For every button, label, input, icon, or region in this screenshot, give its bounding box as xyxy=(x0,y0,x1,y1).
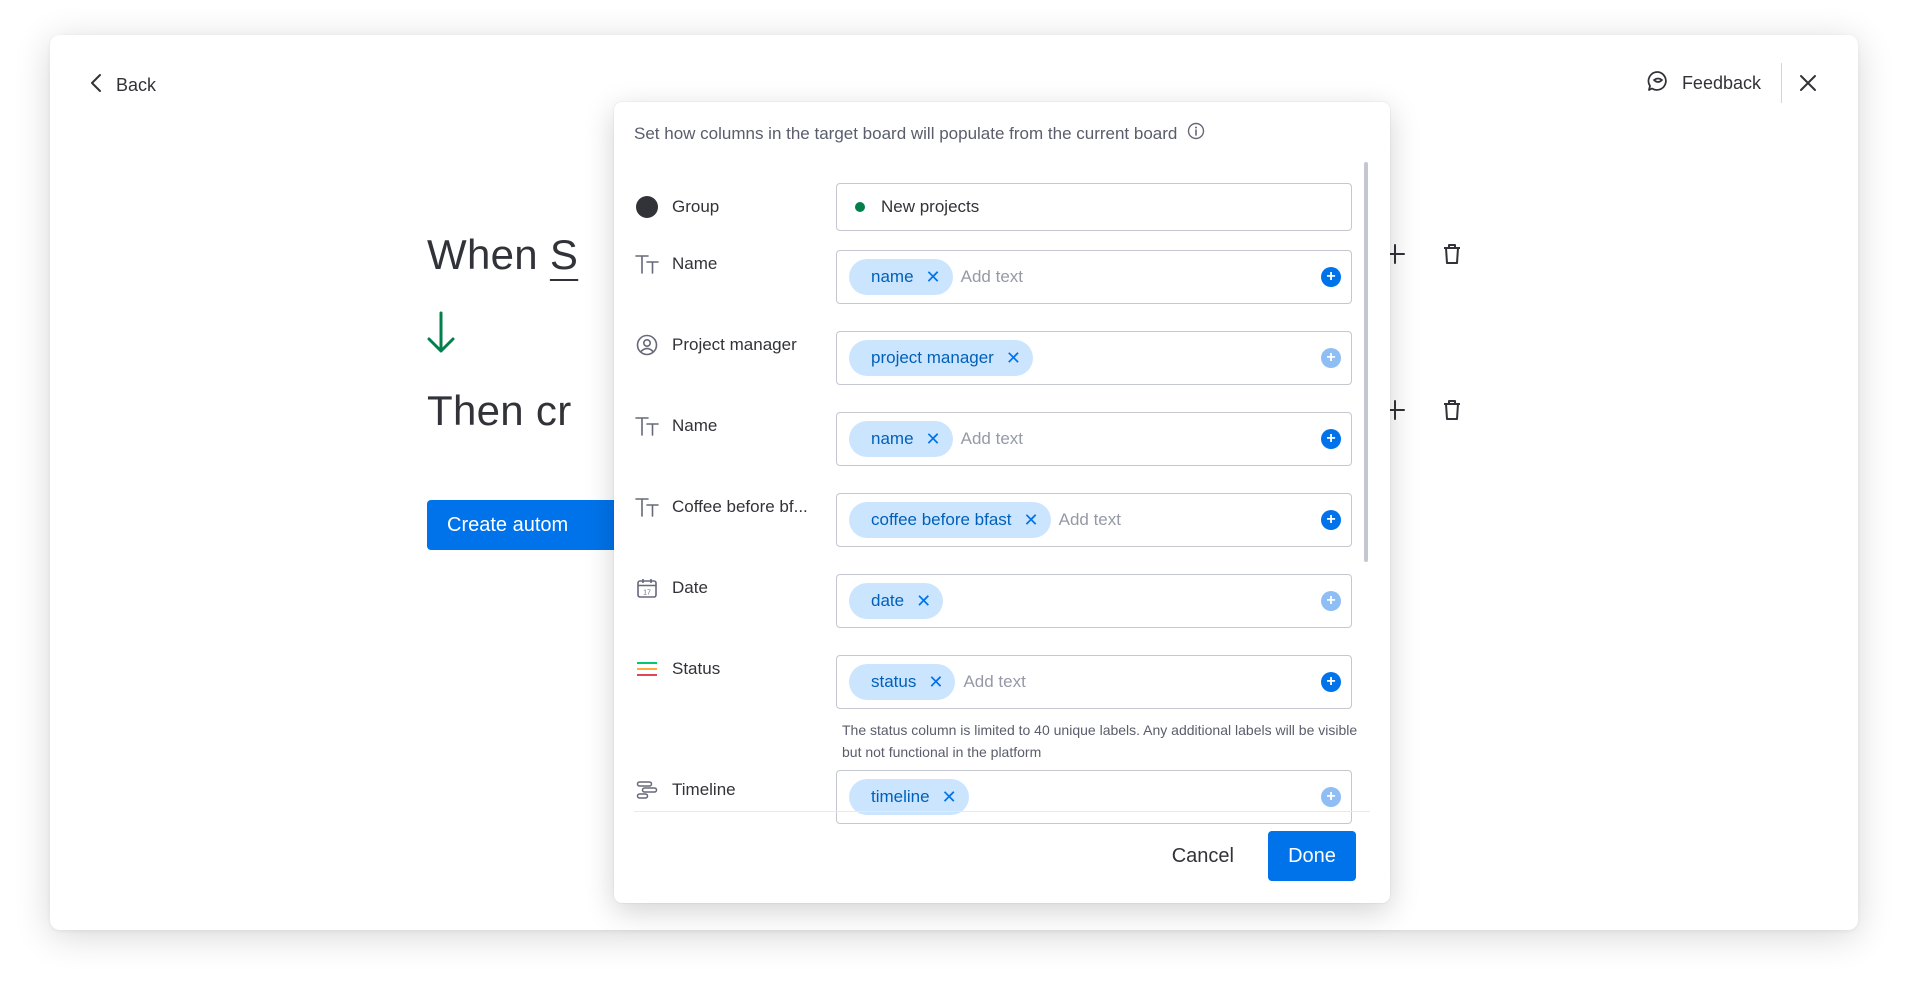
footer-divider xyxy=(634,811,1370,812)
token-chip[interactable]: project manager ✕ xyxy=(849,340,1033,376)
remove-chip-icon[interactable]: ✕ xyxy=(928,673,943,691)
automation-window: Back Feedback When S Then cr Create auto… xyxy=(50,35,1858,930)
mapping-field[interactable]: name ✕ Add text + xyxy=(836,412,1352,466)
feedback-button[interactable]: Feedback xyxy=(1646,69,1781,98)
text-type-icon xyxy=(634,415,660,437)
remove-chip-icon[interactable]: ✕ xyxy=(1006,349,1021,367)
add-token-icon[interactable]: + xyxy=(1321,267,1341,287)
row-label: Status xyxy=(634,655,834,683)
person-icon xyxy=(634,334,660,356)
add-token-icon[interactable]: + xyxy=(1321,429,1341,449)
cancel-button[interactable]: Cancel xyxy=(1157,831,1248,881)
trigger-link[interactable]: S xyxy=(550,231,578,278)
when-prefix: When xyxy=(427,231,550,278)
column-name-label: Date xyxy=(672,578,708,597)
status-icon xyxy=(634,660,660,678)
chip-label: name xyxy=(871,267,914,286)
column-name-label: Status xyxy=(672,659,721,678)
row-label: Name xyxy=(634,250,834,278)
text-type-icon xyxy=(634,253,660,275)
mapping-field[interactable]: status ✕ Add text + xyxy=(836,655,1352,709)
row-label: Group xyxy=(634,183,834,231)
add-token-icon[interactable]: + xyxy=(1321,348,1341,368)
add-token-icon[interactable]: + xyxy=(1321,591,1341,611)
remove-chip-icon[interactable]: ✕ xyxy=(926,430,941,448)
column-name-label: Timeline xyxy=(672,780,736,799)
create-automation-button[interactable]: Create autom xyxy=(427,500,627,550)
trigger-row-actions xyxy=(1384,243,1462,265)
add-token-icon[interactable]: + xyxy=(1321,787,1341,807)
dialog-footer: Cancel Done xyxy=(1157,831,1356,881)
action-row-actions xyxy=(1384,399,1462,421)
chip-label: coffee before bfast xyxy=(871,510,1012,529)
token-chip[interactable]: name ✕ xyxy=(849,421,953,457)
group-select[interactable]: New projects xyxy=(836,183,1352,231)
token-chip[interactable]: status ✕ xyxy=(849,664,956,700)
token-chip[interactable]: coffee before bfast ✕ xyxy=(849,502,1051,538)
remove-chip-icon[interactable]: ✕ xyxy=(1024,511,1039,529)
arrow-down-icon xyxy=(424,311,458,360)
add-token-icon[interactable]: + xyxy=(1321,510,1341,530)
feedback-label: Feedback xyxy=(1681,72,1761,93)
chip-label: name xyxy=(871,429,914,448)
remove-chip-icon[interactable]: ✕ xyxy=(916,592,931,610)
chevron-left-icon xyxy=(90,73,102,98)
group-value: New projects xyxy=(881,197,980,216)
divider xyxy=(1781,63,1782,103)
remove-chip-icon[interactable]: ✕ xyxy=(942,788,957,806)
column-name-label: Name xyxy=(672,416,718,435)
trash-icon[interactable] xyxy=(1442,243,1462,265)
add-token-icon[interactable]: + xyxy=(1321,672,1341,692)
scrollbar[interactable] xyxy=(1364,162,1368,562)
text-type-icon xyxy=(634,496,660,518)
action-sentence: Then cr xyxy=(427,387,572,434)
done-button[interactable]: Done xyxy=(1268,831,1356,881)
dialog-title: Set how columns in the target board will… xyxy=(634,122,1205,145)
column-name-label: Name xyxy=(672,254,718,273)
group-label: Group xyxy=(672,197,720,216)
row-label: Name xyxy=(634,412,834,440)
column-name-label: Project manager xyxy=(672,335,797,354)
chip-label: date xyxy=(871,591,905,610)
chip-label: timeline xyxy=(871,787,930,806)
status-limit-note: The status column is limited to 40 uniqu… xyxy=(842,722,1358,760)
row-label: Coffee before bf... xyxy=(634,493,834,521)
add-text-placeholder[interactable]: Add text xyxy=(963,672,1025,692)
timeline-icon xyxy=(634,780,660,800)
mapping-list[interactable]: Group New projects Name name ✕ Add text + xyxy=(614,162,1370,877)
row-label: 17 Date xyxy=(634,574,834,602)
mapping-field[interactable]: timeline ✕ + xyxy=(836,770,1352,824)
mapping-field[interactable]: name ✕ Add text + xyxy=(836,250,1352,304)
row-label: Project manager xyxy=(634,331,834,359)
column-name-label: Coffee before bf... xyxy=(672,497,808,516)
remove-chip-icon[interactable]: ✕ xyxy=(926,268,941,286)
info-icon[interactable] xyxy=(1187,122,1205,145)
token-chip[interactable]: date ✕ xyxy=(849,583,944,619)
add-text-placeholder[interactable]: Add text xyxy=(961,267,1023,287)
trash-icon[interactable] xyxy=(1442,399,1462,421)
back-button[interactable]: Back xyxy=(90,73,156,98)
feedback-icon xyxy=(1646,69,1670,98)
group-circle-icon xyxy=(634,195,660,219)
calendar-icon: 17 xyxy=(634,577,660,599)
token-chip[interactable]: name ✕ xyxy=(849,259,953,295)
chip-label: status xyxy=(871,672,917,691)
add-text-placeholder[interactable]: Add text xyxy=(961,429,1023,449)
mapping-field[interactable]: coffee before bfast ✕ Add text + xyxy=(836,493,1352,547)
group-color-dot xyxy=(855,202,865,212)
mapping-field[interactable]: date ✕ + xyxy=(836,574,1352,628)
add-text-placeholder[interactable]: Add text xyxy=(1059,510,1121,530)
close-icon[interactable] xyxy=(1798,73,1818,93)
mapping-field[interactable]: project manager ✕ + xyxy=(836,331,1352,385)
back-label: Back xyxy=(116,75,157,95)
trigger-sentence: When S xyxy=(427,231,578,279)
dialog-title-text: Set how columns in the target board will… xyxy=(634,123,1178,143)
svg-text:17: 17 xyxy=(643,590,651,597)
top-right-actions: Feedback xyxy=(1646,63,1818,103)
chip-label: project manager xyxy=(871,348,994,367)
token-chip[interactable]: timeline ✕ xyxy=(849,779,969,815)
column-mapping-dialog: Set how columns in the target board will… xyxy=(614,102,1390,903)
row-label: Timeline xyxy=(634,776,834,804)
